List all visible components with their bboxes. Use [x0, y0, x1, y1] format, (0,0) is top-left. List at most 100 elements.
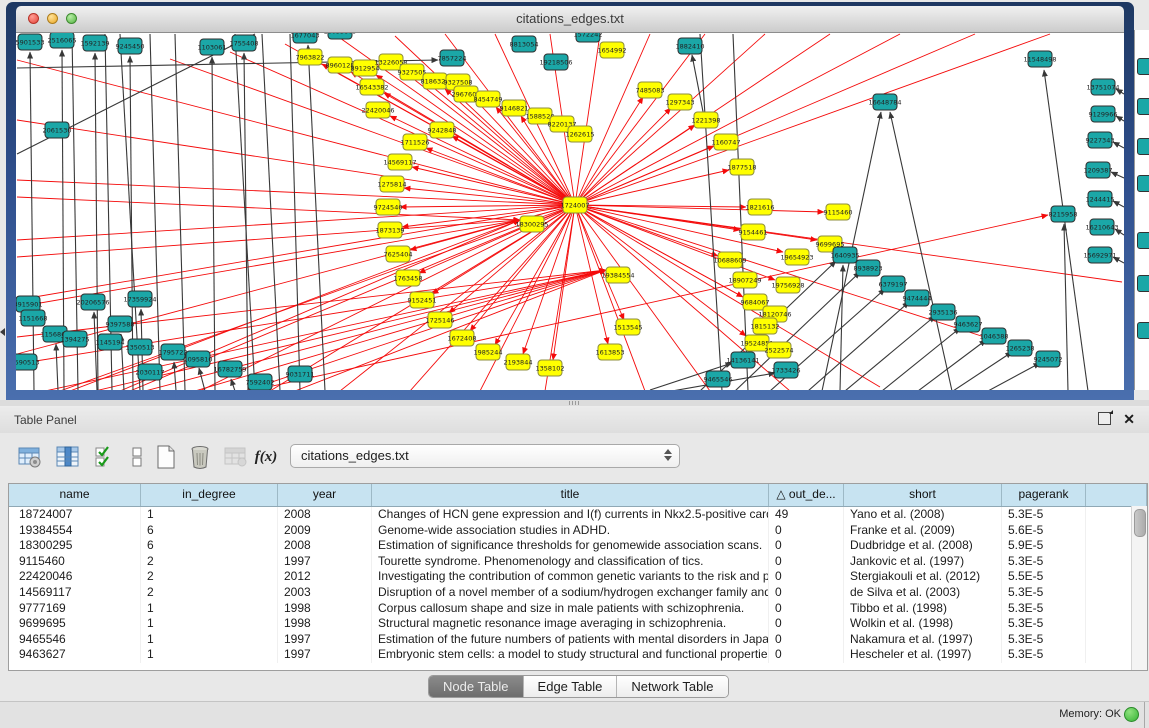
table-row[interactable]: 1830029562008Estimation of significance … [9, 538, 1147, 554]
graph-node[interactable]: 11548498 [1023, 51, 1056, 67]
table-cell[interactable]: Estimation of significance thresholds fo… [372, 538, 769, 554]
tab-node-table[interactable]: Node Table [429, 676, 524, 697]
delete-columns-button[interactable] [186, 443, 214, 471]
window-titlebar[interactable]: citations_edges.txt [16, 6, 1124, 33]
graph-node[interactable]: 1209387 [1084, 162, 1113, 178]
graph-node[interactable]: 20206576 [76, 294, 109, 310]
graph-node[interactable]: 9474444 [903, 290, 932, 306]
graph-node[interactable]: 18907249 [728, 272, 761, 288]
graph-node[interactable]: 19756928 [771, 277, 804, 293]
table-row[interactable]: 1872400712008Changes of HCN gene express… [9, 507, 1147, 523]
graph-node[interactable]: 14136141 [726, 352, 759, 368]
table-cell[interactable]: 2009 [278, 523, 372, 539]
table-cell[interactable]: 1998 [278, 601, 372, 617]
table-cell[interactable]: 1997 [278, 647, 372, 663]
graph-node[interactable]: 7625404 [384, 246, 413, 262]
table-cell[interactable]: 1 [141, 616, 278, 632]
table-cell[interactable]: Dudbridge et al. (2008) [844, 538, 1002, 554]
graph-node[interactable]: 1654992 [598, 42, 627, 58]
tab-edge-table[interactable]: Edge Table [524, 676, 618, 697]
table-cell[interactable]: 2 [141, 554, 278, 570]
table-row[interactable]: 969969511998Structural magnetic resonanc… [9, 616, 1147, 632]
graph-node[interactable]: 8454749 [474, 91, 503, 107]
graph-node[interactable]: 9115460 [824, 204, 853, 220]
graph-node[interactable]: 9242848 [428, 122, 457, 138]
graph-node[interactable]: 1640935 [831, 247, 860, 263]
table-cell[interactable]: 0 [769, 632, 844, 648]
table-cell[interactable]: 6 [141, 523, 278, 539]
table-selector-dropdown[interactable]: citations_edges.txt [290, 444, 680, 468]
function-builder-button[interactable]: f(x) [252, 443, 280, 471]
graph-node[interactable]: 1873139 [376, 222, 405, 238]
graph-node[interactable]: 1985244 [474, 344, 503, 360]
table-cell[interactable]: 18300295 [9, 538, 141, 554]
table-cell[interactable]: 2012 [278, 569, 372, 585]
graph-node[interactable]: 10688609 [713, 252, 746, 268]
graph-node[interactable]: 2193844 [504, 354, 533, 370]
graph-node[interactable]: 1095810 [184, 351, 213, 367]
table-cell[interactable]: 1998 [278, 616, 372, 632]
table-cell[interactable]: Yano et al. (2008) [844, 507, 1002, 523]
table-cell[interactable]: 0 [769, 616, 844, 632]
table-cell[interactable]: 49 [769, 507, 844, 523]
table-cell[interactable]: 1 [141, 507, 278, 523]
table-cell[interactable]: 9699695 [9, 616, 141, 632]
table-cell[interactable]: 18724007 [9, 507, 141, 523]
table-cell[interactable]: Tibbo et al. (1998) [844, 601, 1002, 617]
table-cell[interactable]: Jankovic et al. (1997) [844, 554, 1002, 570]
table-cell[interactable]: 0 [769, 569, 844, 585]
graph-node[interactable]: 7857224 [438, 50, 467, 66]
table-cell[interactable]: 2 [141, 569, 278, 585]
table-vertical-scrollbar[interactable] [1131, 506, 1147, 670]
table-cell[interactable]: 9115460 [9, 554, 141, 570]
table-cell[interactable]: 5.3E-5 [1002, 616, 1086, 632]
graph-node[interactable]: 1151668 [19, 310, 48, 326]
graph-node[interactable]: 9129966 [1089, 106, 1118, 122]
table-cell[interactable]: Investigating the contribution of common… [372, 569, 769, 585]
table-cell[interactable]: 5.3E-5 [1002, 647, 1086, 663]
column-header-in_degree[interactable]: in_degree [141, 484, 278, 506]
graph-node[interactable]: 1821616 [746, 199, 775, 215]
table-cell[interactable]: 5.3E-5 [1002, 601, 1086, 617]
graph-node[interactable]: 7963822 [296, 49, 325, 65]
create-column-button[interactable] [152, 443, 180, 471]
column-header-title[interactable]: title [372, 484, 769, 506]
splitter-grip-icon[interactable] [569, 401, 581, 405]
graph-node[interactable]: 16648784 [868, 94, 901, 110]
graph-node[interactable]: 1672408 [448, 330, 477, 346]
table-cell[interactable]: 1997 [278, 632, 372, 648]
graph-node[interactable]: 18300295 [515, 216, 548, 232]
table-row[interactable]: 1938455462009Genome-wide association stu… [9, 523, 1147, 539]
graph-node[interactable]: 22420046 [361, 102, 394, 118]
graph-node[interactable]: 1265238 [1006, 340, 1035, 356]
graph-node[interactable]: 1724007 [561, 197, 590, 213]
table-cell[interactable]: 5.9E-5 [1002, 538, 1086, 554]
table-cell[interactable]: 9777169 [9, 601, 141, 617]
table-mode-button[interactable] [16, 443, 44, 471]
table-cell[interactable]: 5.3E-5 [1002, 554, 1086, 570]
table-cell[interactable]: 0 [769, 585, 844, 601]
table-cell[interactable]: 5.3E-5 [1002, 632, 1086, 648]
table-cell[interactable]: 0 [769, 601, 844, 617]
graph-node[interactable]: 1350513 [126, 339, 155, 355]
column-header-name[interactable]: name [9, 484, 141, 506]
graph-node[interactable]: 2935136 [929, 304, 958, 320]
table-cell[interactable]: Genome-wide association studies in ADHD. [372, 523, 769, 539]
table-cell[interactable]: 5.5E-5 [1002, 569, 1086, 585]
graph-node[interactable]: 5901533 [16, 34, 44, 50]
graph-node[interactable]: 1297343 [666, 94, 695, 110]
table-cell[interactable]: Nakamura et al. (1997) [844, 632, 1002, 648]
column-header-out_de[interactable]: △ out_de... [769, 484, 844, 506]
graph-node[interactable]: 1613853 [596, 344, 625, 360]
graph-node[interactable]: 1590513 [16, 354, 39, 370]
table-cell[interactable]: 14569117 [9, 585, 141, 601]
graph-node[interactable]: 1103061 [198, 39, 227, 55]
network-canvas[interactable]: 1724007796382289601288912954132260589327… [16, 33, 1124, 390]
graph-node[interactable]: 9146821 [500, 100, 529, 116]
table-cell[interactable]: 2008 [278, 538, 372, 554]
graph-node[interactable]: 1572242 [574, 33, 603, 42]
graph-node[interactable]: 16053809 [323, 33, 356, 39]
graph-node[interactable]: 1592139 [81, 35, 110, 51]
table-cell[interactable]: Franke et al. (2009) [844, 523, 1002, 539]
table-cell[interactable]: 5.3E-5 [1002, 585, 1086, 601]
